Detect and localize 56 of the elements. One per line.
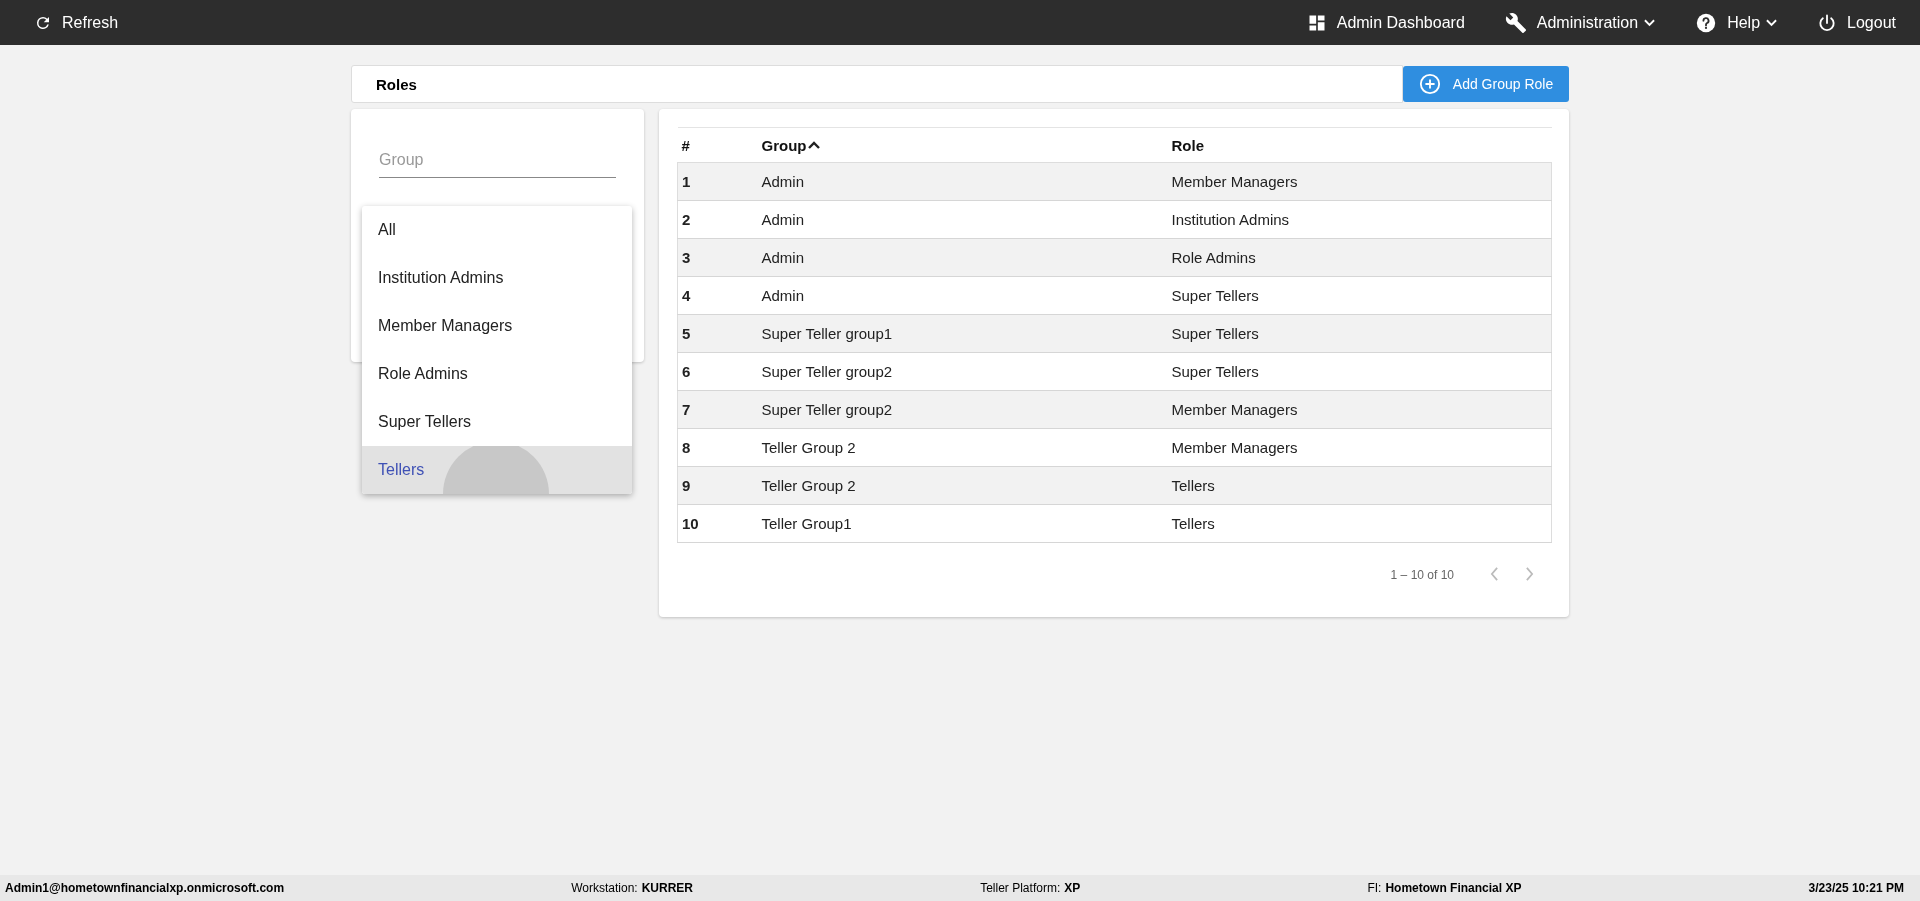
table-cell: Tellers: [1167, 466, 1552, 505]
table-cell: Super Teller group1: [757, 314, 1168, 353]
status-text: Admin1@hometownfinancialxp.onmicrosoft.com: [5, 881, 285, 895]
status-text: 3/23/25 10:21 PM: [1808, 881, 1904, 895]
table-cell: Super Tellers: [1167, 352, 1552, 391]
column-header[interactable]: #: [677, 127, 758, 163]
dropdown-option[interactable]: Tellers: [362, 446, 632, 494]
nav-menu-item[interactable]: Help: [1691, 5, 1782, 40]
nav-menu-item[interactable]: Administration: [1500, 5, 1660, 40]
status-text: FI: Hometown Financial XP: [1367, 881, 1522, 895]
table-cell: Super Teller group2: [757, 352, 1168, 391]
table-cell: 6: [677, 352, 758, 391]
table-cell: 1: [677, 162, 758, 201]
dropdown-option[interactable]: Role Admins: [362, 350, 632, 398]
page-title: Roles: [376, 75, 417, 93]
plus-circle-icon: [1418, 73, 1441, 95]
table-cell: Admin: [757, 200, 1168, 239]
table-cell: Admin: [757, 276, 1168, 315]
column-header[interactable]: Role: [1167, 127, 1552, 163]
table-cell: Super Tellers: [1167, 314, 1552, 353]
table-cell: 7: [677, 390, 758, 429]
page-range: 1 – 10 of 10: [1390, 568, 1454, 582]
table-cell: 10: [677, 504, 758, 543]
table-cell: Teller Group 2: [757, 466, 1168, 505]
table-cell: Super Tellers: [1167, 276, 1552, 315]
table-cell: Member Managers: [1167, 390, 1552, 429]
table-cell: Teller Group1: [757, 504, 1168, 543]
table-cell: 9: [677, 466, 758, 505]
table-cell: Role Admins: [1167, 238, 1552, 277]
status-text: Workstation: KURRER: [571, 881, 694, 895]
chevron-down-icon: [1644, 18, 1656, 27]
dropdown-option[interactable]: All: [362, 206, 632, 254]
help-icon: [1695, 11, 1718, 34]
wrench-icon: [1504, 11, 1527, 34]
chevron-down-icon: [1766, 18, 1778, 27]
nav-menu-item[interactable]: Logout: [1813, 6, 1900, 39]
table-cell: 2: [677, 200, 758, 239]
status-text: Teller Platform: XP: [980, 881, 1081, 895]
dropdown-option[interactable]: Member Managers: [362, 302, 632, 350]
table-cell: Admin: [757, 162, 1168, 201]
dropdown-option[interactable]: Super Tellers: [362, 398, 632, 446]
nav-menu-item[interactable]: Admin Dashboard: [1302, 6, 1469, 39]
table-cell: Super Teller group2: [757, 390, 1168, 429]
table-cell: Teller Group 2: [757, 428, 1168, 467]
table-cell: Institution Admins: [1167, 200, 1552, 239]
table-cell: 4: [677, 276, 758, 315]
dropdown-option[interactable]: Institution Admins: [362, 254, 632, 302]
table-cell: 5: [677, 314, 758, 353]
table-cell: 8: [677, 428, 758, 467]
table-cell: Member Managers: [1167, 428, 1552, 467]
column-header[interactable]: Group: [757, 127, 1168, 163]
table-cell: Admin: [757, 238, 1168, 277]
table-cell: Member Managers: [1167, 162, 1552, 201]
table-cell: 3: [677, 238, 758, 277]
table-cell: Tellers: [1167, 504, 1552, 543]
refresh-button[interactable]: Refresh: [30, 7, 123, 38]
